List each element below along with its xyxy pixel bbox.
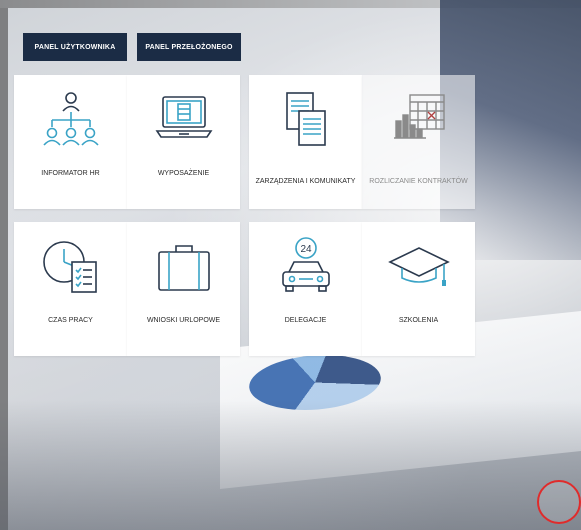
car-24-icon: 24 bbox=[271, 232, 341, 302]
tile-czas-pracy[interactable]: CZAS PRACY bbox=[14, 222, 127, 356]
tile-wnioski-urlopowe[interactable]: WNIOSKI URLOPOWE bbox=[127, 222, 240, 356]
tile-szkolenia[interactable]: SZKOLENIA bbox=[362, 222, 475, 356]
tile-wyposazenie[interactable]: WYPOSAŻENIE bbox=[127, 75, 240, 209]
org-chart-icon bbox=[36, 85, 106, 155]
background-shadow bbox=[0, 400, 581, 530]
calendar-chart-icon bbox=[384, 85, 454, 155]
tile-informator-hr[interactable]: INFORMATOR HR bbox=[14, 75, 127, 209]
documents-icon bbox=[271, 85, 341, 155]
user-panel-button[interactable]: PANEL UŻYTKOWNIKA bbox=[23, 33, 127, 61]
tile-label: WYPOSAŻENIE bbox=[157, 170, 210, 177]
tile-label: ROZLICZANIE KONTRAKTÓW bbox=[369, 178, 468, 185]
tile-zarzadzenia[interactable]: ZARZĄDZENIA I KOMUNIKATY bbox=[249, 75, 362, 209]
graduation-cap-icon bbox=[384, 232, 454, 302]
manager-panel-button[interactable]: PANEL PRZEŁOŻONEGO bbox=[137, 33, 241, 61]
notification-bell-button[interactable] bbox=[537, 480, 581, 524]
tile-label: SZKOLENIA bbox=[398, 317, 439, 324]
clock-checklist-icon bbox=[36, 232, 106, 302]
tile-rozliczanie-kontraktow[interactable]: ROZLICZANIE KONTRAKTÓW bbox=[362, 75, 475, 209]
suitcase-icon bbox=[149, 232, 219, 302]
laptop-icon bbox=[149, 85, 219, 155]
tile-label: ZARZĄDZENIA I KOMUNIKATY bbox=[255, 178, 356, 185]
tile-label: INFORMATOR HR bbox=[41, 170, 100, 177]
tile-delegacje[interactable]: 24 DELEGACJE bbox=[249, 222, 362, 356]
svg-text:24: 24 bbox=[300, 244, 312, 255]
tile-label: DELEGACJE bbox=[284, 317, 327, 324]
tile-label: CZAS PRACY bbox=[48, 317, 93, 324]
tile-label: WNIOSKI URLOPOWE bbox=[146, 317, 221, 324]
